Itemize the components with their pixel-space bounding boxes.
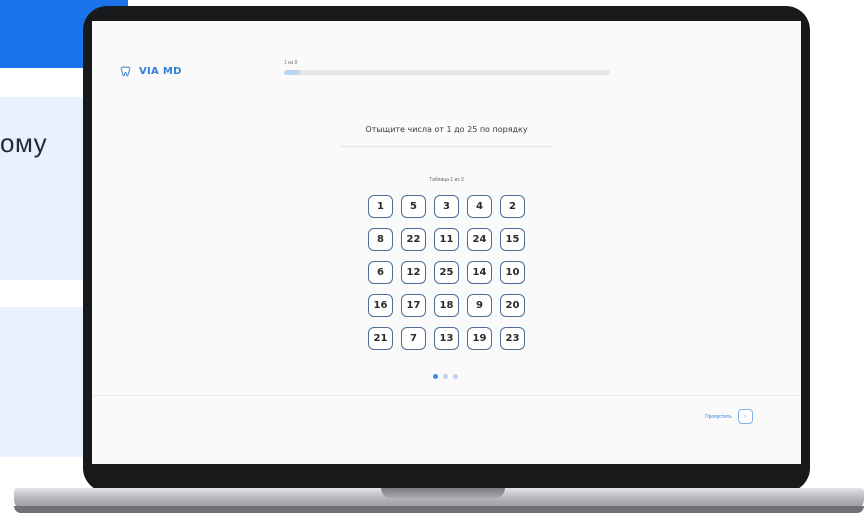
- pagination-dots: [433, 374, 458, 379]
- number-cell[interactable]: 8: [368, 228, 393, 251]
- laptop-screen: VIA MD 1 из 9 Отыщите числа от 1 до 25 п…: [92, 21, 801, 464]
- arrow-right-icon[interactable]: ›: [737, 409, 753, 424]
- number-cell[interactable]: 14: [467, 261, 492, 284]
- pagination-dot[interactable]: [433, 374, 438, 379]
- number-cell[interactable]: 21: [368, 327, 393, 350]
- number-cell[interactable]: 1: [368, 195, 393, 218]
- number-cell[interactable]: 12: [401, 261, 426, 284]
- laptop-base-notch: [381, 488, 505, 498]
- number-grid: 1 5 3 4 2 8 22 11 24 15 6 12 25 14 10 16 17 18 9 20 21 7 13 19 2…: [368, 195, 525, 350]
- number-cell[interactable]: 17: [401, 294, 426, 317]
- skip-button[interactable]: Пропустить ›: [705, 409, 753, 424]
- number-cell[interactable]: 16: [368, 294, 393, 317]
- number-cell[interactable]: 20: [500, 294, 525, 317]
- number-cell[interactable]: 19: [467, 327, 492, 350]
- number-cell[interactable]: 3: [434, 195, 459, 218]
- number-cell[interactable]: 2: [500, 195, 525, 218]
- number-cell[interactable]: 23: [500, 327, 525, 350]
- table-counter: Таблица 1 из 3: [429, 177, 464, 183]
- brand-name: VIA MD: [139, 66, 182, 77]
- number-cell[interactable]: 15: [500, 228, 525, 251]
- number-cell[interactable]: 22: [401, 228, 426, 251]
- skip-label: Пропустить: [705, 413, 732, 420]
- progress-bar-fill: [284, 70, 301, 75]
- number-cell[interactable]: 4: [467, 195, 492, 218]
- number-cell[interactable]: 10: [500, 261, 525, 284]
- brand-logo[interactable]: VIA MD: [120, 66, 182, 77]
- number-cell[interactable]: 11: [434, 228, 459, 251]
- footer-divider: [92, 395, 801, 396]
- number-cell[interactable]: 7: [401, 327, 426, 350]
- pagination-dot[interactable]: [443, 374, 448, 379]
- number-cell[interactable]: 13: [434, 327, 459, 350]
- pagination-dot[interactable]: [453, 374, 458, 379]
- number-cell[interactable]: 9: [467, 294, 492, 317]
- laptop-base-edge: [14, 506, 864, 513]
- number-cell[interactable]: 18: [434, 294, 459, 317]
- number-cell[interactable]: 5: [401, 195, 426, 218]
- task-instruction: Отыщите числа от 1 до 25 по порядку: [365, 125, 528, 134]
- number-cell[interactable]: 6: [368, 261, 393, 284]
- tooth-icon: [120, 66, 131, 77]
- progress-label: 1 из 9: [284, 60, 298, 66]
- instruction-divider: [340, 146, 554, 147]
- background-card-text: ому: [0, 128, 48, 158]
- number-cell[interactable]: 25: [434, 261, 459, 284]
- progress-bar: [284, 70, 610, 75]
- number-cell[interactable]: 24: [467, 228, 492, 251]
